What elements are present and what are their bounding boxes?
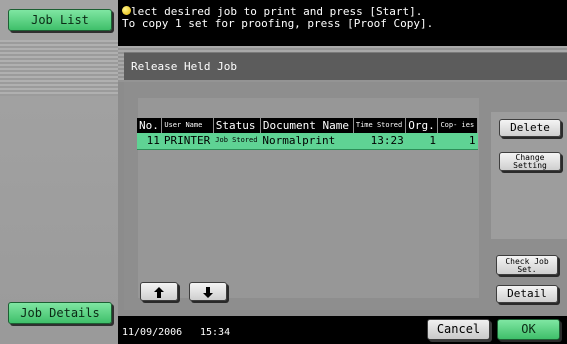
header-time-stored: Time Stored: [353, 118, 407, 133]
header-status: Status: [213, 118, 261, 133]
cell-user-name: PRINTER: [161, 133, 214, 150]
table-row[interactable]: 11 PRINTER Job Stored Normalprint 13:23 …: [137, 133, 478, 150]
header-user-name: User Name: [161, 118, 214, 133]
job-details-button[interactable]: Job Details: [8, 302, 112, 324]
cell-document-name: Normalprint: [260, 133, 354, 150]
cell-no: 11: [137, 133, 162, 150]
status-time: 15:34: [200, 327, 231, 338]
cell-copies: 1: [437, 133, 478, 150]
ok-button[interactable]: OK: [497, 319, 560, 340]
cancel-button[interactable]: Cancel: [427, 319, 490, 340]
check-job-set-button[interactable]: Check Job Set.: [496, 255, 558, 275]
info-bulb-icon: [122, 6, 131, 15]
message-bar: lect desired job to print and press [Sta…: [118, 0, 567, 46]
panel-title: Release Held Job: [124, 52, 567, 80]
message-line-2: To copy 1 set for proofing, press [Proof…: [122, 17, 434, 30]
change-setting-button[interactable]: Change Setting: [499, 152, 561, 171]
delete-button[interactable]: Delete: [499, 119, 561, 137]
down-arrow-icon: [203, 286, 213, 298]
status-date: 11/09/2006: [122, 327, 183, 338]
job-list-button[interactable]: Job List: [8, 9, 112, 31]
header-document-name: Document Name: [260, 118, 354, 133]
header-copies: Cop- ies: [437, 118, 478, 133]
left-sidebar: Job List Job Details: [0, 0, 118, 344]
table-header-row: No. User Name Status Document Name Time …: [137, 118, 478, 133]
up-arrow-icon: [154, 286, 164, 298]
header-no: No.: [137, 118, 163, 133]
copier-screen: Job List Job Details lect desired job to…: [0, 0, 567, 344]
cell-time-stored: 13:23: [353, 133, 406, 150]
scroll-down-button[interactable]: [189, 282, 227, 301]
job-table: No. User Name Status Document Name Time …: [137, 118, 478, 150]
sidebar-stripes: [0, 40, 118, 96]
cell-status: Job Stored: [213, 133, 261, 150]
header-org: Org.: [405, 118, 439, 133]
detail-button[interactable]: Detail: [496, 285, 558, 303]
scroll-up-button[interactable]: [140, 282, 178, 301]
cell-org: 1: [405, 133, 438, 150]
